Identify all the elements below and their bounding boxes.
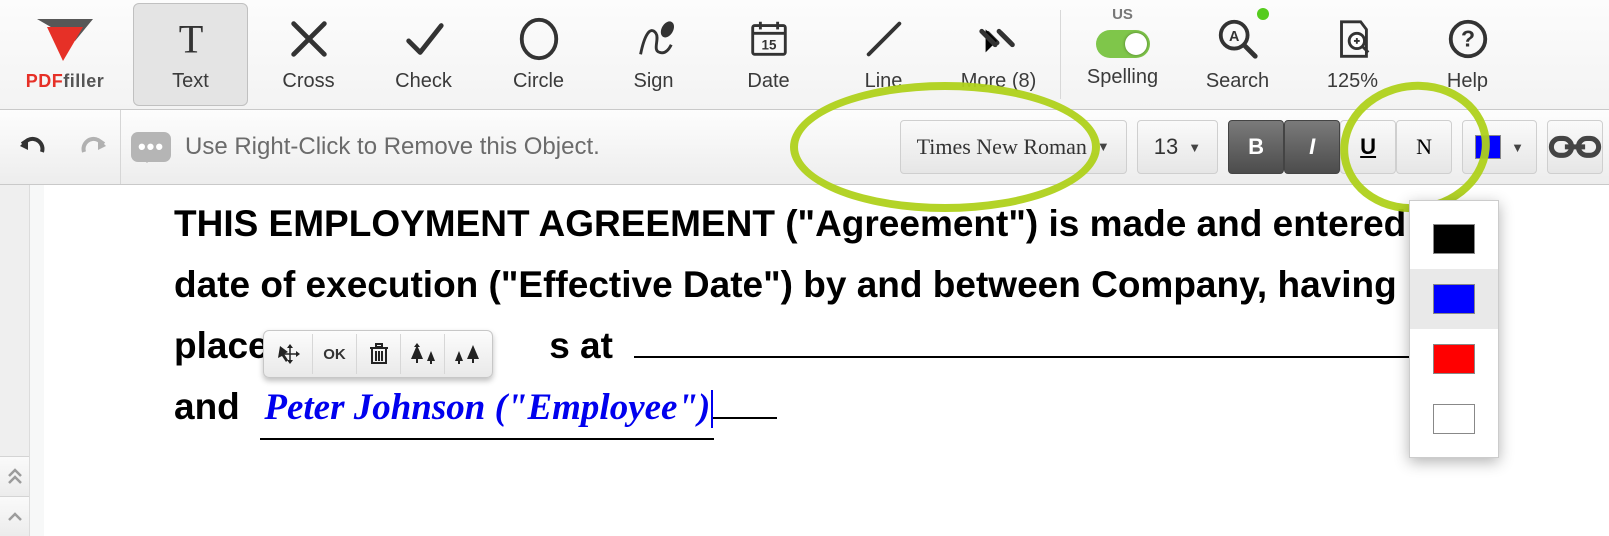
current-color-swatch [1475,135,1501,159]
tool-sign[interactable]: Sign [596,0,711,109]
blank-field[interactable] [634,328,1434,358]
tool-line[interactable]: Line [826,0,941,109]
tool-sign-label: Sign [633,70,673,93]
format-group: B I U N [1228,120,1452,174]
move-icon [278,342,302,366]
tool-date-label: Date [747,70,789,93]
move-handle[interactable] [268,334,312,374]
redo-button[interactable] [76,130,110,165]
chevron-down-icon: ▼ [1511,140,1524,155]
search-icon: A [1215,16,1261,62]
tool-zoom-label: 125% [1327,70,1378,93]
color-picker-panel [1409,200,1499,458]
text-icon: T [168,16,214,62]
tree-big-icon [409,343,437,365]
tool-zoom[interactable]: 125% [1295,0,1410,109]
svg-text:A: A [1228,29,1238,45]
decrease-size-button[interactable] [444,334,488,374]
font-family-dropdown[interactable]: Times New Roman ▼ [900,120,1127,174]
more-icon [976,16,1022,62]
tool-check[interactable]: Check [366,0,481,109]
delete-button[interactable] [356,334,400,374]
undo-button[interactable] [16,130,50,165]
italic-button[interactable]: I [1284,120,1340,174]
underline-button[interactable]: U [1340,120,1396,174]
double-chevron-up-icon [7,468,23,486]
line-icon [861,16,907,62]
tool-line-label: Line [865,70,903,93]
insert-link-button[interactable] [1547,120,1603,174]
text-color-dropdown[interactable]: ▼ [1462,120,1537,174]
spelling-lang: US [1112,6,1133,23]
search-notify-dot [1257,8,1269,20]
sign-icon [631,16,677,62]
svg-text:15: 15 [761,38,776,53]
tool-help-label: Help [1447,70,1488,93]
tool-spelling-label: Spelling [1087,66,1158,89]
tool-search[interactable]: A Search [1180,0,1295,109]
color-option-red[interactable] [1410,329,1498,389]
hint-text: Use Right-Click to Remove this Object. [185,133,600,161]
tool-help[interactable]: ? Help [1410,0,1525,109]
history-group [6,110,121,184]
color-option-white[interactable] [1410,389,1498,449]
undo-icon [16,130,50,160]
doc-line-1: THIS EMPLOYMENT AGREEMENT ("Agreement") … [174,193,1609,254]
redo-icon [76,130,110,160]
tool-more-label: More (8) [961,70,1037,93]
app-logo[interactable]: PDFfiller [0,0,130,109]
check-icon [401,16,447,62]
chevron-down-icon: ▼ [1188,140,1201,155]
hint-message: ••• Use Right-Click to Remove this Objec… [131,132,600,162]
trash-icon [369,343,389,365]
brand-text: PDFfiller [26,71,105,92]
help-icon: ? [1445,16,1491,62]
scroll-up-button[interactable] [0,496,29,536]
svg-text:T: T [178,16,203,61]
bold-button[interactable]: B [1228,120,1284,174]
color-option-blue[interactable] [1410,269,1498,329]
format-toolbar: ••• Use Right-Click to Remove this Objec… [0,110,1609,185]
tool-text[interactable]: T Text [133,3,248,106]
font-size-value: 13 [1154,134,1178,160]
normal-style-button[interactable]: N [1396,120,1452,174]
object-mini-toolbar: OK [263,330,493,378]
blank-field-tail [713,389,777,419]
active-text-field[interactable]: Peter Johnson ("Employee") [260,377,714,440]
tool-text-label: Text [172,70,209,93]
main-toolbar: PDFfiller T Text Cross Check Circle Sign [0,0,1609,110]
tool-cross[interactable]: Cross [251,0,366,109]
chevron-down-icon: ▼ [1097,139,1110,155]
ok-button[interactable]: OK [312,334,356,374]
zoom-icon [1330,16,1376,62]
tool-search-label: Search [1206,70,1269,93]
tool-circle[interactable]: Circle [481,0,596,109]
document-area: THIS EMPLOYMENT AGREEMENT ("Agreement") … [0,185,1609,536]
increase-size-button[interactable] [400,334,444,374]
tool-more[interactable]: More (8) [941,0,1056,109]
chevron-up-icon [7,511,23,523]
svg-text:?: ? [1460,26,1474,52]
cross-icon [286,16,332,62]
page-nav-gutter [0,185,30,536]
font-size-dropdown[interactable]: 13 ▼ [1137,120,1218,174]
scroll-top-button[interactable] [0,456,29,496]
doc-line-2: date of execution ("Effective Date") by … [174,254,1609,315]
tool-cross-label: Cross [282,70,334,93]
pdffiller-logo-icon [35,17,95,65]
date-icon: 15 [746,16,792,62]
tool-spelling[interactable]: US Spelling [1065,0,1180,109]
font-family-value: Times New Roman [917,134,1087,160]
hint-bubble-icon: ••• [131,132,171,162]
tree-small-icon [453,343,481,365]
doc-line-4: and Peter Johnson ("Employee") [174,376,1609,440]
spelling-switch-icon [1096,30,1150,58]
link-icon [1548,130,1602,164]
tool-check-label: Check [395,70,452,93]
toolbar-separator [1060,10,1061,99]
color-option-black[interactable] [1410,209,1498,269]
circle-icon [516,16,562,62]
tool-date[interactable]: 15 Date [711,0,826,109]
tool-circle-label: Circle [513,70,564,93]
